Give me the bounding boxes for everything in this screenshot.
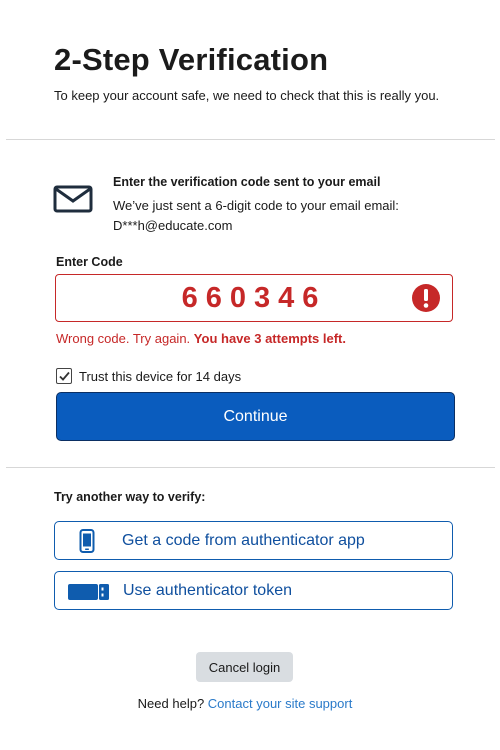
error-message: Wrong code. Try again. You have 3 attemp…	[56, 331, 346, 346]
continue-button[interactable]: Continue	[56, 392, 455, 441]
authenticator-token-option[interactable]: Use authenticator token	[54, 571, 453, 610]
trust-device-checkbox[interactable]	[56, 368, 72, 384]
contact-support-link[interactable]: Contact your site support	[208, 696, 353, 711]
page-title: 2-Step Verification	[54, 42, 329, 77]
checkmark-icon	[58, 371, 70, 381]
verification-heading: Enter the verification code sent to your…	[113, 175, 381, 189]
page-subtitle: To keep your account safe, we need to ch…	[54, 88, 440, 103]
error-text: Wrong code. Try again.	[56, 331, 191, 346]
mobile-phone-icon	[79, 529, 95, 553]
error-exclamation-icon	[412, 284, 440, 312]
attempts-left-text: You have 3 attempts left.	[193, 331, 346, 346]
masked-email: D***h@educate.com	[113, 218, 233, 233]
cancel-login-button[interactable]: Cancel login	[196, 652, 293, 682]
authenticator-app-option[interactable]: Get a code from authenticator app	[54, 521, 453, 560]
authenticator-token-label: Use authenticator token	[123, 582, 292, 599]
envelope-icon	[53, 185, 93, 213]
help-footer: Need help? Contact your site support	[0, 696, 490, 711]
verification-message-line: We’ve just sent a 6-digit code to your e…	[113, 198, 399, 213]
section-divider-top	[6, 139, 495, 140]
section-divider-bottom	[6, 467, 495, 468]
code-field	[55, 274, 453, 322]
code-field-label: Enter Code	[56, 255, 123, 269]
usb-token-icon	[68, 584, 109, 600]
verification-message: We’ve just sent a 6-digit code to your e…	[113, 196, 399, 236]
authenticator-app-label: Get a code from authenticator app	[122, 532, 365, 549]
help-text: Need help?	[137, 696, 205, 711]
trust-device-label[interactable]: Trust this device for 14 days	[79, 369, 241, 384]
code-input[interactable]	[56, 275, 452, 321]
alternatives-heading: Try another way to verify:	[54, 490, 206, 504]
